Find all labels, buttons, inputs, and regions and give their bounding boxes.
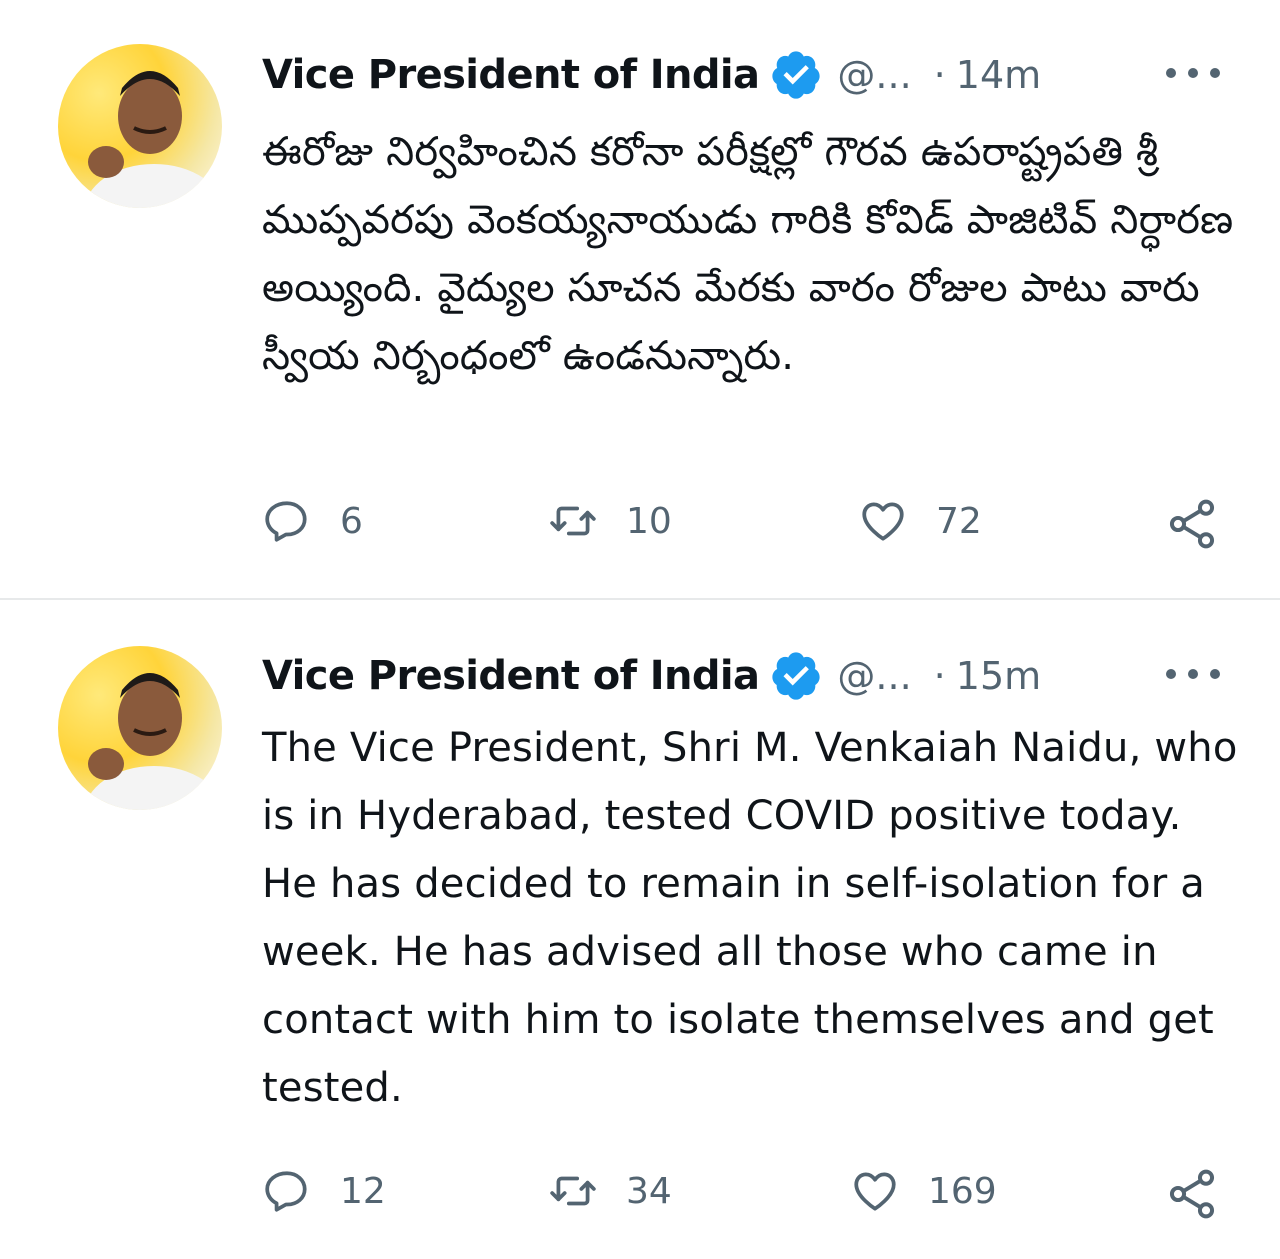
verified-badge-icon: [772, 652, 821, 700]
timestamp[interactable]: 14m: [956, 53, 1041, 97]
author-handle[interactable]: @...: [837, 53, 911, 97]
reply-button[interactable]: 6: [262, 496, 363, 546]
retweet-button[interactable]: 34: [548, 1166, 672, 1216]
avatar-image: [84, 71, 222, 208]
reply-count: 12: [340, 1170, 386, 1212]
retweet-button[interactable]: 10: [548, 496, 672, 546]
share-icon: [1169, 499, 1215, 549]
retweet-count: 10: [626, 500, 672, 542]
heart-icon: [862, 502, 904, 541]
like-button[interactable]: 169: [850, 1166, 997, 1216]
share-icon: [1169, 1169, 1215, 1219]
share-button[interactable]: [1164, 496, 1220, 556]
tweet-header: Vice President of India @... · 14m: [262, 48, 1220, 102]
retweet-icon: [550, 1176, 596, 1206]
tweet-text: The Vice President, Shri M. Venkaiah Nai…: [262, 725, 1238, 1111]
retweet-count: 34: [626, 1170, 672, 1212]
like-count: 169: [928, 1170, 997, 1212]
verified-badge-icon: [772, 51, 821, 99]
more-icon[interactable]: [1166, 659, 1220, 689]
retweet-icon: [550, 506, 596, 536]
more-icon[interactable]: [1166, 58, 1220, 88]
author-name[interactable]: Vice President of India: [262, 653, 760, 699]
tweet-text: ఈరోజు నిర్వహించిన కరోనా పరీక్షల్లో గౌరవ …: [262, 129, 1234, 379]
like-count: 72: [936, 500, 982, 542]
reply-icon: [265, 501, 307, 542]
like-button[interactable]: 72: [858, 496, 982, 546]
author-handle[interactable]: @...: [837, 654, 911, 698]
avatar[interactable]: [58, 44, 222, 208]
separator: ·: [933, 654, 946, 698]
timestamp[interactable]: 15m: [956, 654, 1041, 698]
tweet[interactable]: Vice President of India @... · 15m The V…: [0, 600, 1280, 1259]
heart-icon: [854, 1172, 896, 1211]
author-name[interactable]: Vice President of India: [262, 52, 760, 98]
share-button[interactable]: [1164, 1166, 1220, 1226]
tweet-actions: 12 34 169: [262, 1166, 1220, 1226]
tweet-header: Vice President of India @... · 15m: [262, 649, 1220, 703]
reply-count: 6: [340, 500, 363, 542]
reply-icon: [265, 1171, 307, 1212]
tweet[interactable]: Vice President of India @... · 14m ఈరోజు…: [0, 0, 1280, 600]
separator: ·: [933, 53, 946, 97]
avatar-image: [84, 673, 222, 810]
tweet-actions: 6 10 72: [262, 496, 1220, 556]
avatar[interactable]: [58, 646, 222, 810]
reply-button[interactable]: 12: [262, 1166, 386, 1216]
